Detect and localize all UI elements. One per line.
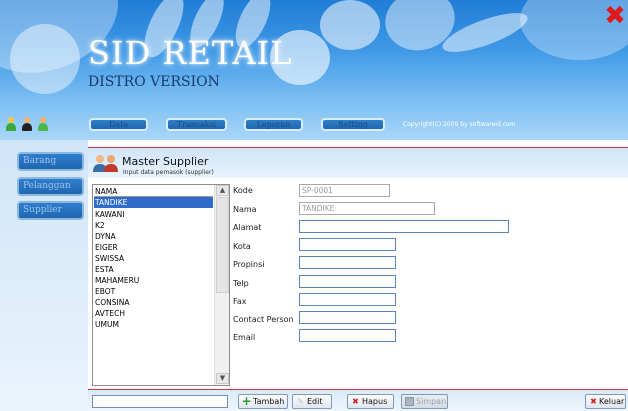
nav-data-button[interactable]: Data <box>89 118 148 131</box>
telp-field[interactable] <box>299 275 396 288</box>
kode-field[interactable]: SP-0001 <box>299 184 390 197</box>
user-icon[interactable] <box>21 117 33 131</box>
telp-label: Telp <box>233 279 249 288</box>
fax-field[interactable] <box>299 293 396 306</box>
delete-x-icon: ✖ <box>352 397 359 406</box>
nav-laporan-button[interactable]: Laporan <box>244 118 303 131</box>
form-subtitle: Input data pemasok (supplier) <box>123 169 214 176</box>
keluar-label: Keluar <box>599 397 625 406</box>
simpan-label: Simpan <box>416 397 447 406</box>
list-scrollbar[interactable]: ▲ ▼ <box>214 185 229 385</box>
list-item[interactable]: EBOT <box>94 286 213 297</box>
propinsi-field[interactable] <box>299 256 396 269</box>
fax-label: Fax <box>233 297 247 306</box>
kota-label: Kota <box>233 242 251 251</box>
list-item[interactable]: TANDIKE <box>94 197 213 208</box>
banner-decoration <box>10 24 80 94</box>
hapus-label: Hapus <box>362 397 388 406</box>
app-subtitle: DISTRO VERSION <box>88 74 220 90</box>
close-x-icon[interactable]: ✖ <box>604 3 626 29</box>
exit-x-icon: ✖ <box>590 397 597 406</box>
list-item[interactable]: UMUM <box>94 319 213 330</box>
nama-label: Nama <box>233 205 257 214</box>
nama-field[interactable]: TANDIKE <box>299 202 435 215</box>
scroll-thumb[interactable] <box>216 197 229 293</box>
scroll-down-icon[interactable]: ▼ <box>216 373 229 384</box>
list-item[interactable]: K2 <box>94 220 213 231</box>
form-title: Master Supplier <box>122 155 209 168</box>
simpan-button[interactable]: Simpan <box>401 394 448 409</box>
alamat-field[interactable] <box>299 220 509 233</box>
scroll-up-icon[interactable]: ▲ <box>216 185 229 196</box>
list-item[interactable]: ESTA <box>94 264 213 275</box>
list-header: NAMA <box>94 186 213 197</box>
alamat-label: Alamat <box>233 223 262 232</box>
supplier-list[interactable]: NAMA TANDIKE KAWANI K2 DYNA EIGER SWISSA… <box>92 184 230 386</box>
users-icon <box>92 153 120 173</box>
nav-setting-button[interactable]: Setting <box>321 118 385 131</box>
list-item[interactable]: SWISSA <box>94 253 213 264</box>
propinsi-label: Propinsi <box>233 260 265 269</box>
email-label: Email <box>233 333 256 342</box>
kota-field[interactable] <box>299 238 396 251</box>
app-title: SID RETAIL <box>88 34 293 72</box>
list-item[interactable]: EIGER <box>94 242 213 253</box>
sidebar-item-barang[interactable]: Barang <box>17 152 84 171</box>
contact-person-label: Contact Person <box>233 315 294 324</box>
user-icon[interactable] <box>37 117 49 131</box>
list-item[interactable]: KAWANI <box>94 209 213 220</box>
banner-decoration <box>320 0 380 50</box>
hapus-button[interactable]: ✖ Hapus <box>347 394 394 409</box>
list-item[interactable]: DYNA <box>94 231 213 242</box>
save-icon <box>404 396 415 407</box>
kode-label: Kode <box>233 186 253 195</box>
edit-button[interactable]: ✎ Edit <box>292 394 332 409</box>
copyright-text: Copyright(C) 2009 by softwareid.com <box>403 121 516 128</box>
list-item[interactable]: MAHAMERU <box>94 275 213 286</box>
edit-label: Edit <box>307 397 323 406</box>
list-item[interactable]: CONSINA <box>94 297 213 308</box>
tambah-button[interactable]: + Tambah <box>238 394 288 409</box>
plus-icon: + <box>241 394 252 408</box>
list-item[interactable]: AVTECH <box>94 308 213 319</box>
contact-person-field[interactable] <box>299 311 396 324</box>
sidebar-item-supplier[interactable]: Supplier <box>17 201 84 220</box>
sidebar-item-pelanggan[interactable]: Pelanggan <box>17 177 84 196</box>
email-field[interactable] <box>299 329 396 342</box>
user-icon[interactable] <box>5 117 17 131</box>
tambah-label: Tambah <box>253 397 285 406</box>
pencil-icon: ✎ <box>297 397 304 406</box>
search-input[interactable] <box>92 395 228 408</box>
nav-transaksi-button[interactable]: Transaksi <box>166 118 227 131</box>
keluar-button[interactable]: ✖ Keluar <box>585 394 626 409</box>
